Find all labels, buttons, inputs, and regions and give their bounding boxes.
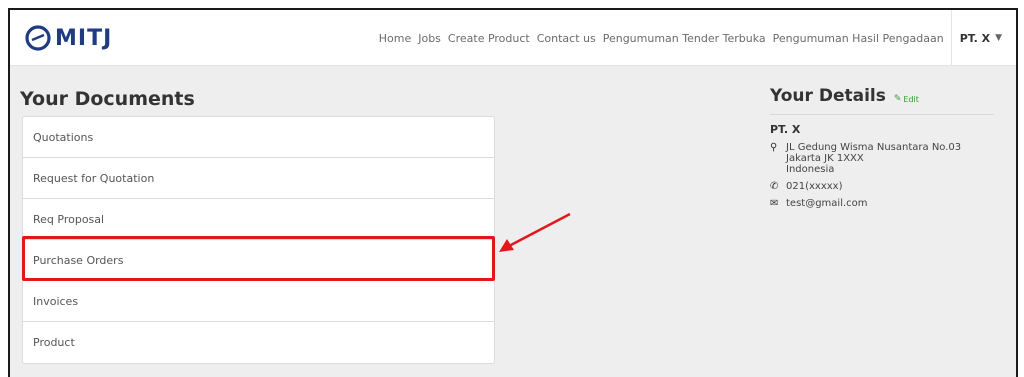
pencil-icon: ✎	[893, 94, 902, 104]
your-details-panel: Your Details ✎ Edit PT. X ⚲ JL Gedung Wi…	[770, 86, 994, 209]
user-name: PT. X	[959, 31, 991, 45]
address: JL Gedung Wisma Nusantara No.03 Jakarta …	[786, 142, 961, 175]
details-title: Your Details	[770, 86, 886, 106]
navbar: MITJ Home Jobs Create Product Contact us…	[10, 10, 1016, 66]
annotation-arrow-icon	[499, 212, 571, 252]
nav-jobs[interactable]: Jobs	[418, 32, 441, 45]
nav-home[interactable]: Home	[379, 32, 411, 45]
doc-item-request-for-quotation[interactable]: Request for Quotation	[23, 158, 494, 199]
nav-pengumuman-tender-terbuka[interactable]: Pengumuman Tender Terbuka	[603, 32, 766, 45]
address-line-3: Indonesia	[786, 164, 835, 175]
edit-details-link[interactable]: ✎ Edit	[894, 94, 919, 104]
phone-icon: ✆	[770, 181, 779, 192]
user-menu[interactable]: PT. X ▼	[950, 10, 1016, 66]
doc-item-invoices[interactable]: Invoices	[23, 281, 494, 322]
edit-label: Edit	[903, 94, 919, 104]
nav-links: Home Jobs Create Product Contact us Peng…	[379, 10, 1016, 66]
logo[interactable]: MITJ	[24, 24, 112, 52]
map-marker-icon: ⚲	[770, 142, 778, 153]
phone-row: ✆ 021(xxxxx)	[770, 181, 994, 192]
nav-create-product[interactable]: Create Product	[448, 32, 530, 45]
documents-list: Quotations Request for Quotation Req Pro…	[22, 116, 495, 364]
logo-icon	[25, 25, 51, 51]
company-name: PT. X	[770, 123, 801, 136]
envelope-icon: ✉	[770, 198, 779, 209]
email-row: ✉ test@gmail.com	[770, 198, 994, 209]
logo-text: MITJ	[55, 25, 113, 51]
address-line-2: Jakarta JK 1XXX	[786, 153, 864, 164]
caret-down-icon: ▼	[995, 33, 1002, 43]
address-line-1: JL Gedung Wisma Nusantara No.03	[786, 142, 962, 153]
doc-item-quotations[interactable]: Quotations	[23, 117, 494, 158]
app-frame: MITJ Home Jobs Create Product Contact us…	[8, 8, 1018, 377]
email-address[interactable]: test@gmail.com	[786, 198, 868, 209]
doc-item-purchase-orders[interactable]: Purchase Orders	[23, 240, 494, 281]
doc-item-product[interactable]: Product	[23, 322, 494, 363]
nav-pengumuman-hasil-pengadaan[interactable]: Pengumuman Hasil Pengadaan	[773, 32, 944, 45]
documents-title: Your Documents	[20, 88, 195, 110]
address-row: ⚲ JL Gedung Wisma Nusantara No.03 Jakart…	[770, 142, 994, 175]
phone-number: 021(xxxxx)	[786, 181, 843, 192]
details-header: Your Details ✎ Edit	[770, 86, 994, 115]
nav-contact-us[interactable]: Contact us	[537, 32, 596, 45]
doc-item-req-proposal[interactable]: Req Proposal	[23, 199, 494, 240]
